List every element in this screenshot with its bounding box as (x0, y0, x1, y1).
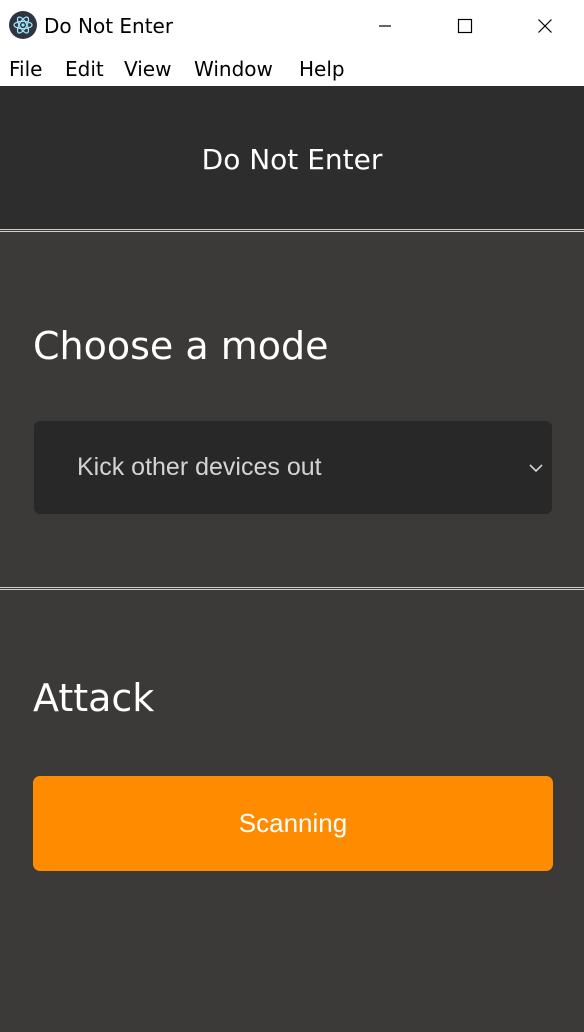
app-icon (9, 11, 37, 39)
divider (0, 229, 584, 232)
menu-file[interactable]: File (9, 56, 42, 82)
maximize-button[interactable] (425, 0, 505, 52)
minimize-button[interactable] (345, 0, 425, 52)
mode-select[interactable]: Kick other devices out (34, 421, 552, 514)
app-header: Do Not Enter (0, 86, 584, 229)
chevron-down-icon (529, 464, 543, 473)
menu-edit[interactable]: Edit (65, 56, 104, 82)
scan-button-label: Scanning (238, 808, 348, 838)
menu-help[interactable]: Help (299, 56, 345, 82)
mode-heading: Choose a mode (33, 324, 329, 368)
menu-bar: File Edit View Window Help (0, 52, 584, 86)
close-button[interactable] (505, 0, 584, 52)
minimize-icon (379, 25, 391, 27)
window-titlebar: Do Not Enter (0, 0, 584, 52)
menu-view[interactable]: View (124, 56, 171, 82)
menu-window[interactable]: Window (194, 56, 273, 82)
divider (0, 587, 584, 590)
mode-select-value: Kick other devices out (77, 453, 322, 481)
page-title: Do Not Enter (201, 143, 383, 176)
window-title: Do Not Enter (44, 14, 174, 38)
close-icon (538, 19, 552, 33)
attack-heading: Attack (33, 676, 155, 720)
maximize-icon (457, 18, 473, 34)
scan-button[interactable]: Scanning (33, 776, 553, 871)
